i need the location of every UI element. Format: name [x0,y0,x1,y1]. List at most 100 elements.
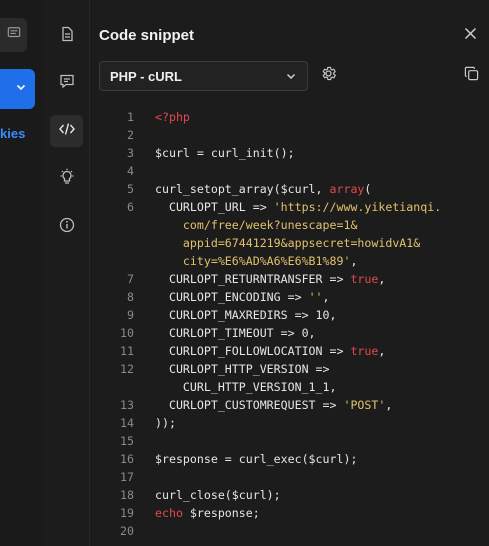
code-text: CURLOPT_CUSTOMREQUEST => 'POST', [155,398,392,412]
code-text: CURLOPT_FOLLOWLOCATION => true, [155,344,385,358]
code-token: , [322,290,330,304]
code-text: curl_setopt_array($curl, array( [155,182,371,196]
copy-icon [464,66,479,86]
chevron-down-icon [285,70,297,82]
code-line: 1 <?php [89,108,489,126]
code-line: 14)); [89,414,489,432]
code-token: <?php [155,110,190,124]
line-number: 10 [120,326,134,340]
line-number: 12 [120,362,134,376]
code-token: , [378,344,386,358]
code-text: appid=67441219&appsecret=howidvA1& [155,236,420,250]
code-token: CURL_HTTP_VERSION_1_1, [155,380,337,394]
code-token: $response = curl_exec($curl); [155,452,358,466]
line-number: 4 [127,164,134,178]
code-text: )); [155,416,176,430]
line-number: 20 [120,524,134,538]
comment-button[interactable] [0,18,27,52]
line-number: 17 [120,470,134,484]
line-number: 7 [127,272,134,286]
line-number: 6 [127,200,134,214]
line-number: 11 [120,344,134,358]
code-text: <?php [155,110,190,124]
code-token: appid=67441219&appsecret=howidvA1& [155,236,421,250]
code-line: CURL_HTTP_VERSION_1_1, [89,378,489,396]
language-select[interactable]: PHP - cURL [99,61,308,91]
close-icon [464,27,477,45]
code-text: $response = curl_exec($curl); [155,452,357,466]
code-line: appid=67441219&appsecret=howidvA1& [89,234,489,252]
code-block[interactable]: 1 <?php 2 3 $curl = curl_init(); 4 5 curl_setop… [89,108,489,540]
code-token: )); [155,416,176,430]
code-text: CURL_HTTP_VERSION_1_1, [155,380,337,394]
code-token: , [350,254,358,268]
line-number: 16 [120,452,134,466]
code-line: 4 [89,162,489,180]
code-token: CURLOPT_FOLLOWLOCATION => [155,344,351,358]
code-text: CURLOPT_RETURNTRANSFER => true, [155,272,385,286]
code-line: 20 [89,522,489,540]
code-token: $response; [182,506,260,520]
code-text: CURLOPT_TIMEOUT => 0, [155,326,316,340]
rail-code[interactable] [50,115,83,147]
code-line: 5 curl_setopt_array($curl, array( [89,180,489,198]
line-number: 3 [127,146,134,160]
rail-comments[interactable] [50,67,83,99]
code-token: com/free/week?unescape=1& [155,218,358,232]
code-line: 2 [89,126,489,144]
code-line: 16 $response = curl_exec($curl); [89,450,489,468]
dropdown-button[interactable] [0,69,35,109]
code-line: 6 CURLOPT_URL => 'https://www.yiketianqi… [89,198,489,216]
close-button[interactable] [461,27,479,45]
rail-info[interactable] [50,211,83,243]
chevron-down-icon [15,80,27,98]
code-token: CURLOPT_CUSTOMREQUEST => [155,398,344,412]
rail-documentation[interactable] [50,20,83,52]
code-line: 10 CURLOPT_TIMEOUT => 0, [89,324,489,342]
code-token: CURLOPT_HTTP_VERSION => [155,362,330,376]
line-number: 18 [120,488,134,502]
code-token: ( [364,182,372,196]
background-app: kies [0,0,45,546]
panel-title: Code snippet [99,27,195,44]
code-text: CURLOPT_HTTP_VERSION => [155,362,330,376]
code-token: 'https://www.yiketianqi. [273,200,442,214]
code-line: 18 curl_close($curl); [89,486,489,504]
code-token: array [329,182,365,196]
line-number: 19 [120,506,134,520]
line-number: 14 [120,416,134,430]
code-token: CURLOPT_MAXREDIRS => 10, [155,308,337,322]
code-token: , [378,272,386,286]
code-token: CURLOPT_TIMEOUT => 0, [155,326,316,340]
code-line: 3 $curl = curl_init(); [89,144,489,162]
code-token: '' [308,290,323,304]
code-token: true [350,272,379,286]
line-number: 13 [120,398,134,412]
comment-icon [7,26,21,45]
code-line: com/free/week?unescape=1& [89,216,489,234]
code-text: echo $response; [155,506,260,520]
code-text: $curl = curl_init(); [155,146,295,160]
line-number: 2 [127,128,134,142]
copy-button[interactable] [461,66,481,86]
lightbulb-icon [58,168,76,191]
code-line: 15 [89,432,489,450]
code-snippet-panel: Code snippet PHP - cURL 1 <?php 2 3 $curl = … [89,0,489,546]
rail-suggestions[interactable] [50,163,83,195]
side-rail [44,0,90,546]
line-number: 15 [120,434,134,448]
line-number: 9 [127,308,134,322]
code-token: $curl = curl_init(); [155,146,295,160]
code-token: CURLOPT_RETURNTRANSFER => [155,272,351,286]
comment-icon [59,73,75,94]
code-token: CURLOPT_URL => [155,200,274,214]
code-token: CURLOPT_ENCODING => [155,290,309,304]
code-line: 19 echo $response; [89,504,489,522]
code-text: CURLOPT_URL => 'https://www.yiketianqi. [155,200,441,214]
code-line: 11 CURLOPT_FOLLOWLOCATION => true, [89,342,489,360]
settings-button[interactable] [318,66,338,86]
code-text: CURLOPT_ENCODING => '', [155,290,330,304]
code-line: 13 CURLOPT_CUSTOMREQUEST => 'POST', [89,396,489,414]
code-text: com/free/week?unescape=1& [155,218,358,232]
cookies-link[interactable]: kies [0,126,25,141]
